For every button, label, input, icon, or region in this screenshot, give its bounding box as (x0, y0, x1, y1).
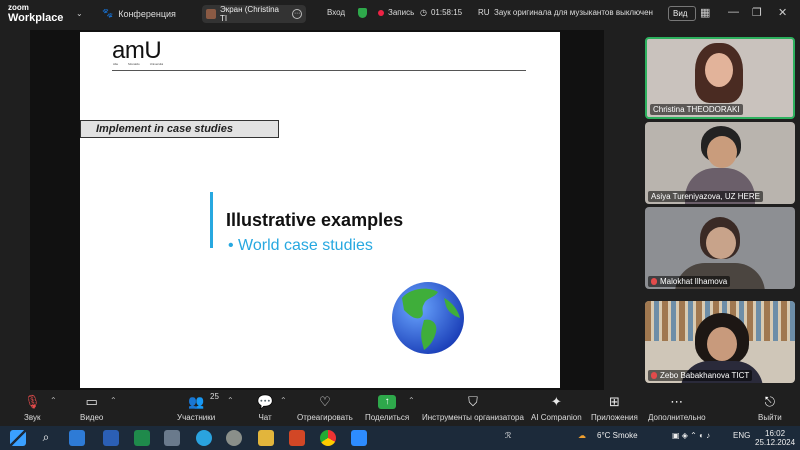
camera-icon: ▭ (85, 393, 98, 409)
paw-icon: 🐾 (102, 8, 114, 18)
participant-tile[interactable]: Zebo Babakhanova TICT (645, 301, 795, 383)
participant-name: Asiya Tureniyazova, UZ HERE (648, 191, 763, 202)
zoom-logo: zoom Workplace (8, 3, 64, 24)
participant-tile[interactable]: Christina THEODORAKI (645, 37, 795, 119)
excel-icon[interactable] (134, 430, 150, 446)
chevron-up-icon[interactable]: ⌃ (110, 396, 117, 405)
participant-name: Christina THEODORAKI (650, 104, 743, 115)
mic-muted-icon: 🎙 (24, 393, 41, 409)
clock-icon: ◷ (420, 8, 427, 17)
audio-button[interactable]: 🎙 Звук (24, 393, 41, 423)
shield-icon (358, 8, 367, 18)
tray-icons[interactable]: ▣ ◈ ⌃ ◐ ♪ (672, 431, 710, 440)
share-label: Экран (Christina TI (219, 5, 279, 23)
participant-face (706, 227, 736, 259)
sparkle-icon: ✦ (550, 393, 562, 409)
slide-title: Illustrative examples (226, 210, 404, 230)
host-tools-button[interactable]: ⛉ Инструменты организатора (422, 393, 524, 423)
title-bar: zoom Workplace ⌄ 🐾 Конференция Экран (Ch… (0, 0, 800, 28)
avatar (206, 9, 216, 19)
telegram-icon[interactable] (196, 430, 212, 446)
zoom-icon[interactable] (351, 430, 367, 446)
chat-button[interactable]: 💬 Чат (257, 393, 274, 423)
zoom-window: zoom Workplace ⌄ 🐾 Конференция Экран (Ch… (0, 0, 800, 450)
app-icon[interactable] (226, 430, 242, 446)
participant-tile[interactable]: Malokhat Ilhamova (645, 207, 795, 289)
security-button[interactable] (358, 8, 367, 18)
meeting-info-button[interactable]: 🐾 Конференция (102, 8, 176, 19)
windows-taskbar: ⌕ ℛ ☁ 6°C Smoke ▣ ◈ ⌃ ◐ ♪ ENG 16:02 25.1… (0, 426, 800, 450)
participant-face (707, 136, 737, 168)
participant-tile[interactable]: Asiya Tureniyazova, UZ HERE (645, 122, 795, 204)
logo-subtitle: Alte Monaldo Università (113, 62, 164, 66)
outlook-icon[interactable] (69, 430, 85, 446)
system-clock[interactable]: 16:02 25.12.2024 (755, 429, 795, 447)
view-button[interactable]: Вид (668, 6, 696, 21)
participants-button[interactable]: 👥 25 Участники (177, 392, 219, 422)
chevron-up-icon[interactable]: ⌃ (280, 396, 287, 405)
slide-banner: Implement in case studies (80, 120, 279, 138)
participant-face (705, 53, 733, 87)
apps-icon: ⊞ (608, 393, 620, 409)
slide-bullet: • World case studies (228, 237, 373, 254)
react-button[interactable]: ♡ Отреагировать (297, 393, 353, 423)
meeting-timer: ◷ 01:58:15 (420, 8, 463, 17)
chrome-icon[interactable] (320, 430, 336, 446)
people-icon: 👥 25 (188, 392, 219, 409)
accent-bar (210, 192, 213, 248)
more-options-icon[interactable]: ⋯ (292, 9, 302, 19)
weather-icon: ☁ (578, 431, 586, 440)
chat-icon: 💬 (257, 393, 274, 409)
shield-check-icon: ⛉ (468, 393, 478, 409)
folder-icon[interactable] (258, 430, 274, 446)
record-icon (378, 9, 384, 16)
participant-name: Malokhat Ilhamova (648, 276, 731, 287)
participant-name: Zebo Babakhanova TICT (648, 370, 753, 381)
file-icon[interactable] (164, 430, 180, 446)
apps-button[interactable]: ⊞ Приложения (591, 393, 638, 423)
meeting-toolbar: 🎙 Звук ⌃ ▭ Видео ⌃ 👥 25 Участники ⌃ 💬 Чат… (0, 390, 800, 426)
divider (112, 70, 526, 71)
search-icon[interactable]: ⌕ (38, 430, 54, 446)
chevron-up-icon[interactable]: ⌃ (227, 396, 234, 405)
weather-text[interactable]: 6°C Smoke (597, 431, 638, 440)
record-indicator[interactable]: Запись (378, 8, 414, 17)
audio-notice: Заук оригинала для музыкантов выключен (494, 8, 653, 17)
share-button[interactable]: ↑ Поделиться (365, 393, 409, 422)
language-indicator[interactable]: ENG (733, 431, 750, 440)
mic-muted-icon (651, 278, 657, 285)
leave-icon: ⎋ (764, 393, 775, 409)
globe-icon (392, 282, 464, 354)
powerpoint-icon[interactable] (289, 430, 305, 446)
language-indicator[interactable]: RU (478, 8, 490, 17)
university-logo: amU (112, 37, 162, 64)
share-screen-icon: ↑ (378, 394, 397, 409)
chevron-up-icon[interactable]: ⌃ (408, 396, 415, 405)
more-dots-icon: ⋯ (670, 393, 684, 409)
video-button[interactable]: ▭ Видео (80, 393, 103, 423)
windows-start-icon[interactable] (10, 430, 26, 446)
meeting-label: Конференция (118, 8, 176, 19)
mic-muted-icon (651, 372, 657, 379)
maximize-icon[interactable]: ❐ (752, 6, 762, 19)
participant-face (707, 327, 737, 361)
copilot-icon[interactable]: ℛ (505, 431, 511, 440)
minimize-icon[interactable]: — (728, 6, 739, 18)
word-icon[interactable] (103, 430, 119, 446)
grid-icon[interactable]: ▦ (700, 6, 710, 19)
shared-screen: amU Alte Monaldo Università Implement in… (30, 30, 604, 390)
chevron-up-icon[interactable]: ⌃ (50, 396, 57, 405)
heart-icon: ♡ (319, 393, 331, 409)
more-button[interactable]: ⋯ Дополнительно (648, 393, 706, 423)
leave-button[interactable]: ⎋ Выйти (758, 393, 782, 423)
login-button[interactable]: Вход (327, 8, 345, 17)
chevron-down-icon[interactable]: ⌄ (76, 9, 83, 18)
close-icon[interactable]: ✕ (778, 6, 787, 19)
screen-share-indicator[interactable]: Экран (Christina TI ⋯ (202, 5, 306, 23)
ai-companion-button[interactable]: ✦ AI Companion (531, 393, 582, 423)
presentation-slide: amU Alte Monaldo Università Implement in… (80, 32, 560, 388)
